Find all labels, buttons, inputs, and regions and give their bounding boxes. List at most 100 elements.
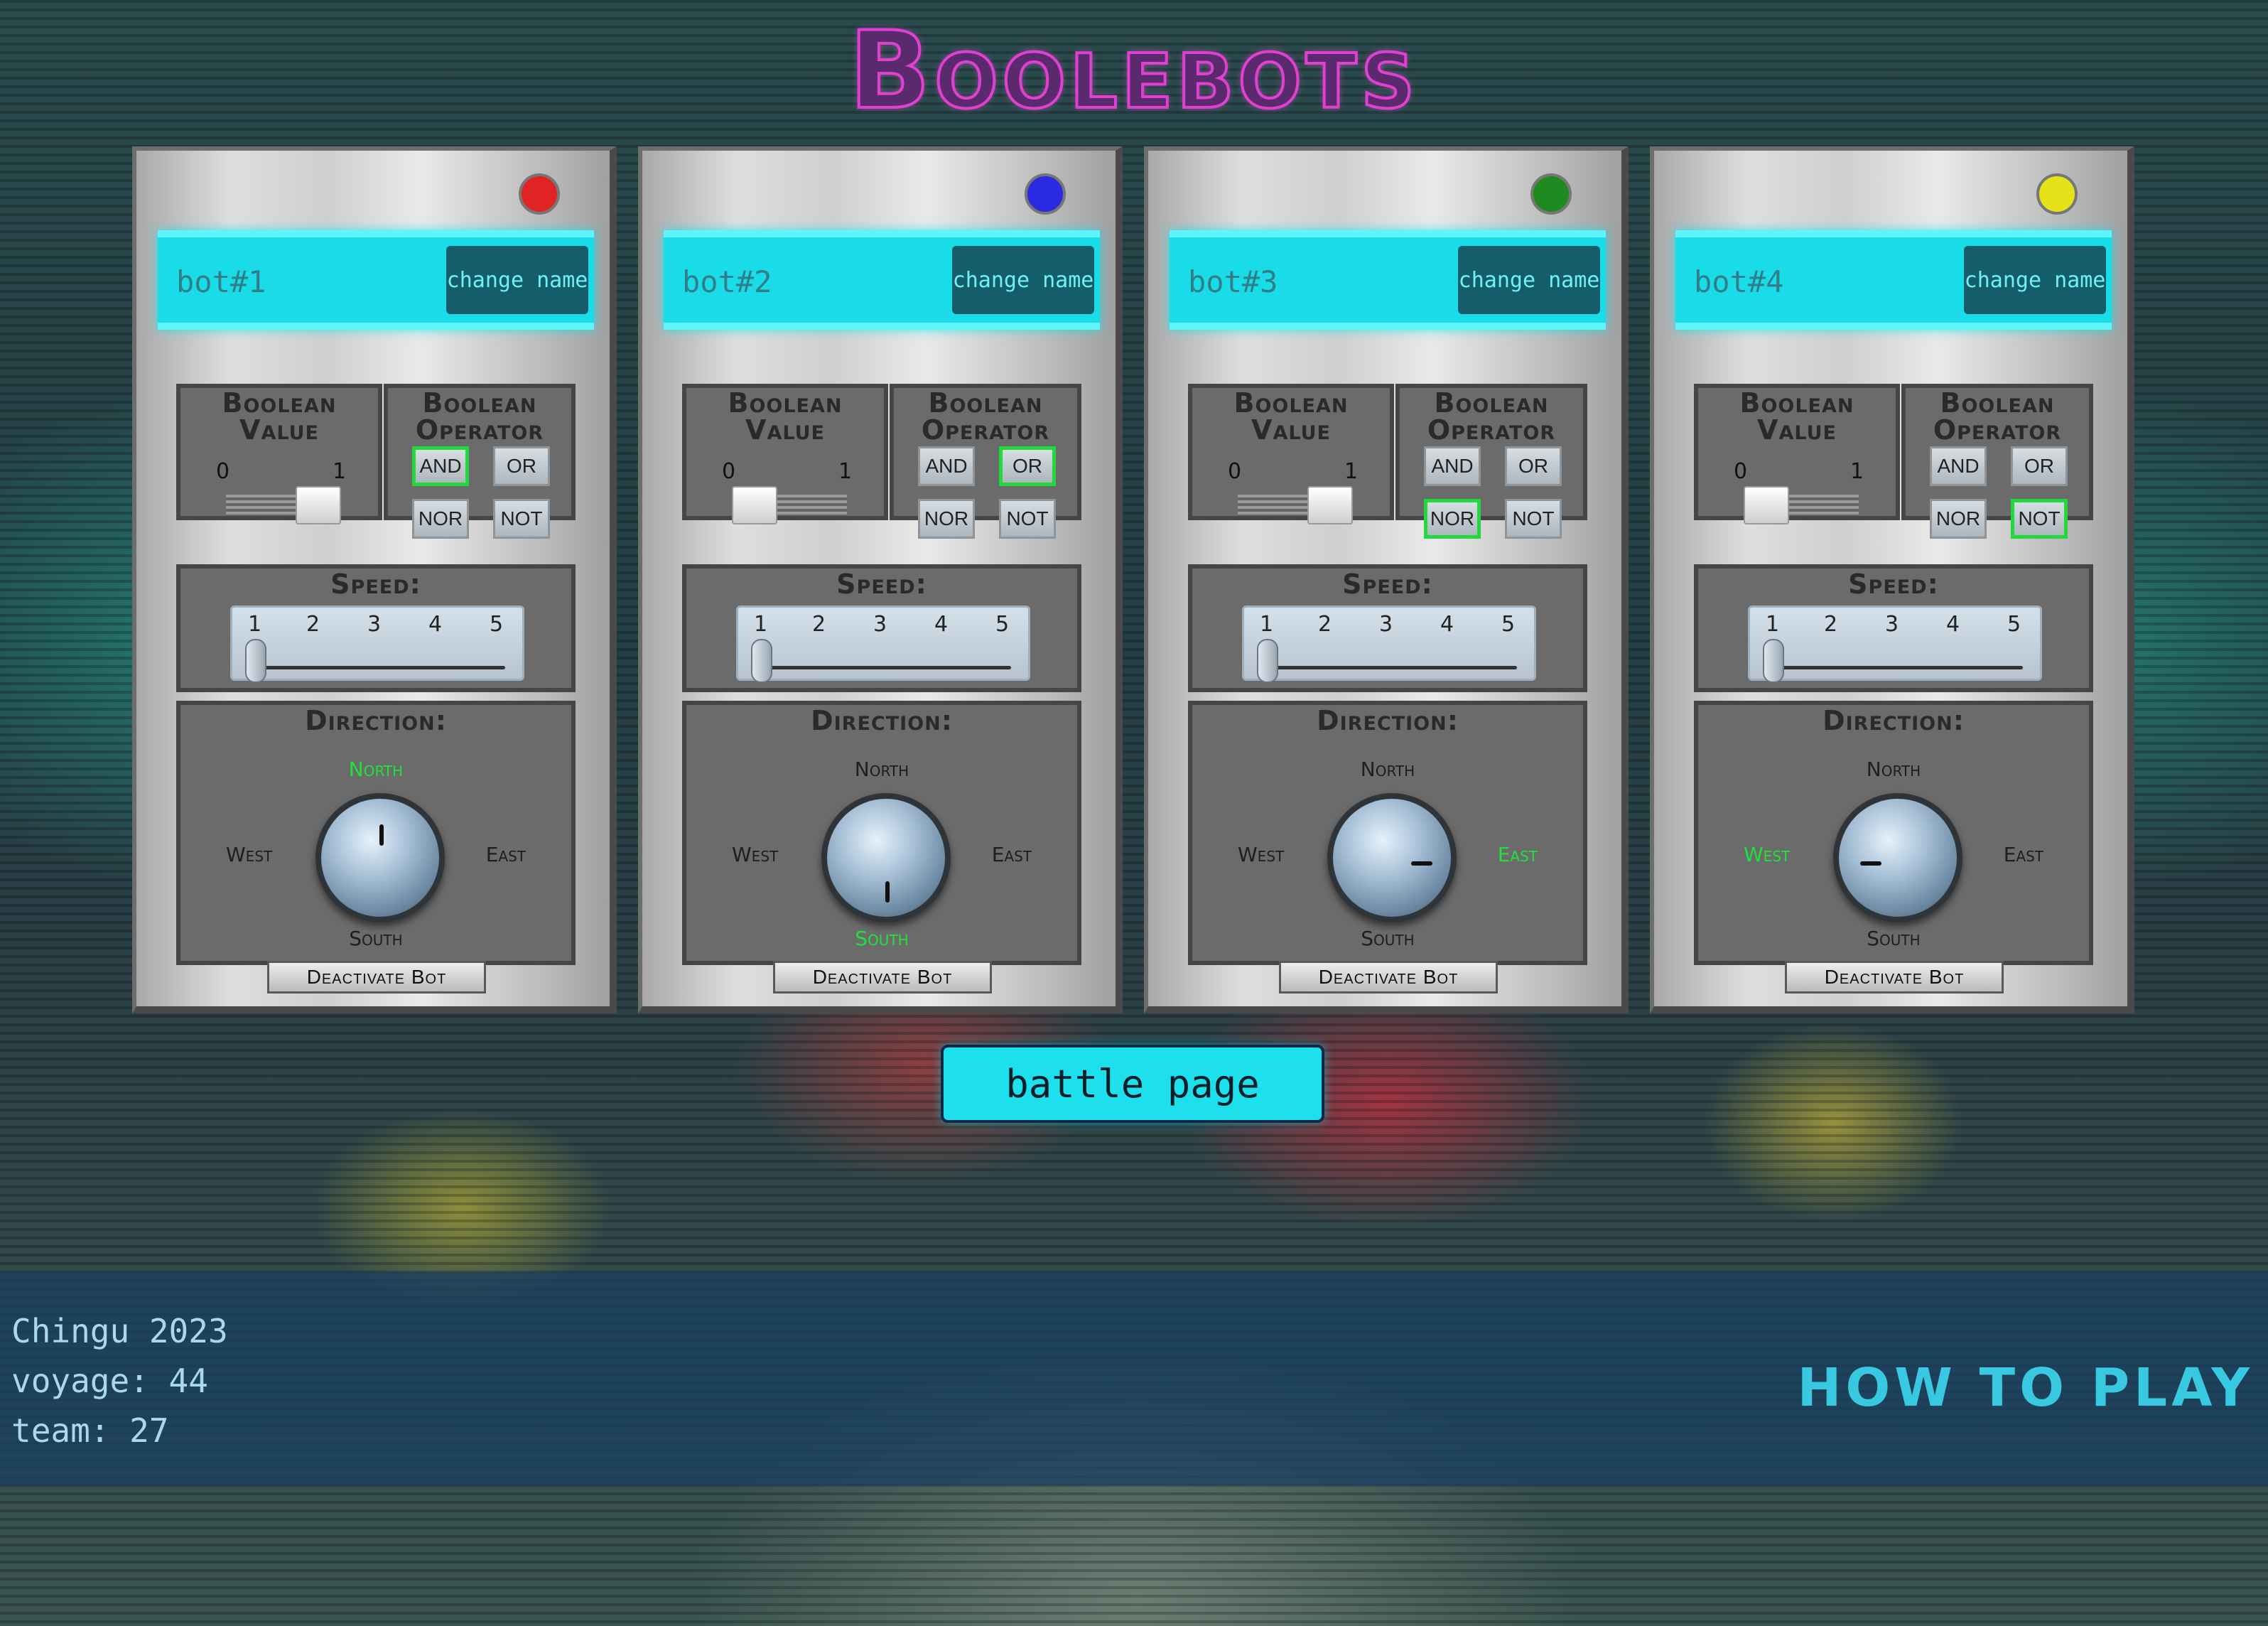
direction-knob[interactable] (821, 793, 951, 922)
speed-slider-thumb[interactable] (1763, 639, 1784, 683)
deactivate-bot-button[interactable]: Deactivate Bot (1279, 961, 1498, 994)
speed-label: Speed: (836, 569, 927, 600)
speed-slider-thumb[interactable] (1257, 639, 1278, 683)
speed-slider[interactable]: 1 2 3 4 5 (736, 605, 1030, 683)
boolean-operator-box: Boolean Operator AND OR NOR NOT (1901, 384, 2093, 539)
deactivate-bot-button[interactable]: Deactivate Bot (1785, 961, 2004, 994)
boolean-value-label: Boolean Value (222, 387, 337, 446)
bot-name: bot#4 (1694, 264, 1784, 299)
operator-and-button[interactable]: AND (412, 446, 469, 486)
battle-page-button[interactable]: battle page (941, 1045, 1324, 1123)
operator-and-button[interactable]: AND (918, 446, 975, 486)
speed-tick: 5 (2007, 612, 2021, 637)
direction-knob[interactable] (315, 793, 445, 922)
speed-slider[interactable]: 1 2 3 4 5 (1242, 605, 1536, 683)
direction-south-label: South (1361, 927, 1415, 950)
value-zero-label: 0 (1228, 459, 1242, 484)
change-name-button[interactable]: change name (952, 246, 1094, 314)
direction-east-label: East (485, 843, 526, 866)
how-to-play-link[interactable]: HOW TO PLAY (1797, 1357, 2254, 1418)
operator-or-button[interactable]: OR (493, 446, 550, 486)
direction-box: Direction: North West East South (176, 701, 576, 965)
operator-or-button[interactable]: OR (2011, 446, 2068, 486)
value-zero-label: 0 (216, 459, 230, 484)
speed-tick: 3 (1379, 612, 1393, 637)
operator-nor-button[interactable]: NOR (1424, 499, 1481, 539)
speed-tick: 5 (490, 612, 504, 637)
operator-nor-button[interactable]: NOR (412, 499, 469, 539)
deactivate-bot-button[interactable]: Deactivate Bot (267, 961, 486, 994)
speed-slider-thumb[interactable] (245, 639, 266, 683)
operator-nor-button[interactable]: NOR (918, 499, 975, 539)
boolean-value-label: Boolean Value (1233, 387, 1349, 446)
direction-north-label: North (854, 758, 909, 781)
boolean-value-label: Boolean Value (728, 387, 843, 446)
speed-tick: 4 (934, 612, 949, 637)
status-led (1530, 173, 1572, 215)
knob-pointer (885, 881, 890, 903)
direction-south-label: South (349, 927, 403, 950)
speed-box: Speed: 1 2 3 4 5 (1188, 564, 1587, 692)
change-name-button[interactable]: change name (1964, 246, 2106, 314)
boolean-value-toggle[interactable] (296, 486, 341, 524)
status-led (519, 173, 560, 215)
speed-slider[interactable]: 1 2 3 4 5 (1748, 605, 2042, 683)
direction-west-label: West (1744, 843, 1791, 866)
speed-tick: 1 (754, 612, 768, 637)
value-one-label: 1 (838, 459, 853, 484)
page-title: Boolebots (848, 8, 1420, 134)
speed-label: Speed: (330, 569, 421, 600)
speed-box: Speed: 1 2 3 4 5 (1694, 564, 2093, 692)
operator-not-button[interactable]: NOT (999, 499, 1056, 539)
operator-and-button[interactable]: AND (1930, 446, 1987, 486)
knob-pointer (379, 824, 384, 846)
operator-or-button[interactable]: OR (1505, 446, 1562, 486)
speed-tick: 1 (248, 612, 262, 637)
direction-south-label: South (1867, 927, 1921, 950)
boolean-value-toggle[interactable] (1744, 486, 1789, 524)
boolean-value-toggle[interactable] (732, 486, 777, 524)
operator-nor-button[interactable]: NOR (1930, 499, 1987, 539)
speed-label: Speed: (1848, 569, 1939, 600)
bot-name-bar: bot#4 change name (1675, 230, 2112, 330)
operator-not-button[interactable]: NOT (493, 499, 550, 539)
direction-north-label: North (348, 758, 404, 781)
direction-east-label: East (991, 843, 1032, 866)
operator-not-button[interactable]: NOT (2011, 499, 2068, 539)
direction-knob[interactable] (1833, 793, 1962, 922)
speed-slider[interactable]: 1 2 3 4 5 (230, 605, 524, 683)
speed-tick: 2 (1824, 612, 1838, 637)
bot-name: bot#3 (1188, 264, 1278, 299)
boolean-value-toggle[interactable] (1307, 486, 1353, 524)
direction-knob[interactable] (1327, 793, 1457, 922)
deactivate-bot-button[interactable]: Deactivate Bot (773, 961, 992, 994)
credits-line: team: 27 (11, 1411, 169, 1450)
operator-not-button[interactable]: NOT (1505, 499, 1562, 539)
bot-name-bar: bot#1 change name (158, 230, 594, 330)
direction-east-label: East (1497, 843, 1538, 866)
direction-box: Direction: North West East South (1694, 701, 2093, 965)
speed-label: Speed: (1342, 569, 1433, 600)
direction-south-label: South (855, 927, 909, 950)
status-led (1025, 173, 1066, 215)
bot-panel: bot#3 change name Boolean Value 0 1 Bool… (1144, 146, 1629, 1013)
boolean-operator-box: Boolean Operator AND OR NOR NOT (890, 384, 1081, 539)
bot-panels: bot#1 change name Boolean Value 0 1 Bool… (132, 146, 2134, 1013)
operator-or-button[interactable]: OR (999, 446, 1056, 486)
bot-name: bot#1 (176, 264, 266, 299)
direction-west-label: West (732, 843, 779, 866)
change-name-button[interactable]: change name (1458, 246, 1600, 314)
speed-tick: 3 (873, 612, 887, 637)
change-name-button[interactable]: change name (446, 246, 588, 314)
direction-north-label: North (1866, 758, 1921, 781)
direction-east-label: East (2003, 843, 2043, 866)
credits-line: voyage: 44 (11, 1362, 208, 1400)
boolean-value-label: Boolean Value (1739, 387, 1854, 446)
direction-west-label: West (1238, 843, 1285, 866)
speed-tick: 3 (1885, 612, 1899, 637)
boolean-operator-label: Boolean Operator (1427, 387, 1556, 446)
speed-tick: 4 (1440, 612, 1454, 637)
operator-and-button[interactable]: AND (1424, 446, 1481, 486)
value-one-label: 1 (333, 459, 347, 484)
speed-slider-thumb[interactable] (751, 639, 772, 683)
